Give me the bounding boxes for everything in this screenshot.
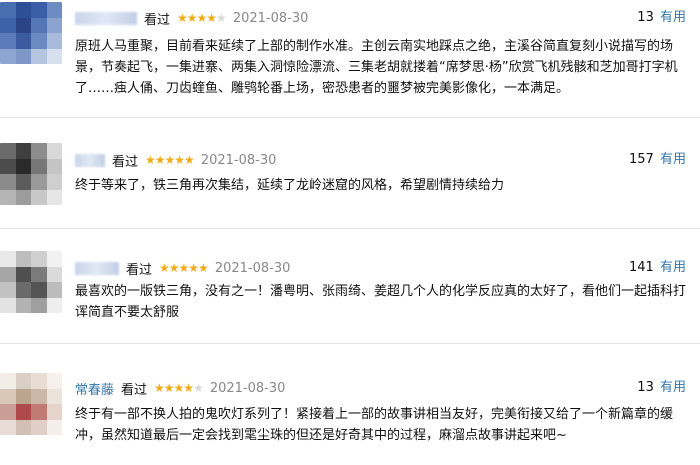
review-meta: 看过 ★★★★★ 2021-08-30 [75, 8, 308, 28]
useful-button[interactable]: 有用 [660, 152, 686, 167]
rating-stars: ★★★★★ [154, 381, 204, 395]
review-meta: 看过 ★★★★★ 2021-08-30 [75, 258, 290, 278]
useful-count: 13 [637, 10, 654, 25]
review-text: 终于等来了，铁三角再次集结，延续了龙岭迷窟的风格，希望剧情持续给力 [75, 178, 505, 193]
useful-button[interactable]: 有用 [660, 10, 686, 25]
useful-button[interactable]: 有用 [660, 260, 686, 275]
avatar[interactable] [0, 373, 62, 435]
watched-label: 看过 [144, 12, 171, 28]
rating-stars: ★★★★★ [177, 11, 227, 25]
avatar[interactable] [0, 251, 62, 313]
review-date: 2021-08-30 [209, 380, 286, 396]
review-text: 终于有一部不换人拍的鬼吹灯系列了！紧接着上一部的故事讲相当友好，完美衔接又给了一… [75, 407, 674, 443]
useful-vote: 157 有用 [629, 150, 686, 170]
username[interactable]: 常春藤 [75, 379, 114, 398]
useful-count: 13 [637, 380, 654, 395]
review-text: 原班人马重聚，目前看来延续了上部的制作水准。主创云南实地踩点之绝，主溪谷简直复刻… [75, 39, 678, 96]
username-blurred[interactable] [75, 261, 119, 275]
review-meta: 看过 ★★★★★ 2021-08-30 [75, 150, 276, 170]
username-blurred[interactable] [75, 153, 105, 167]
useful-vote: 13 有用 [637, 8, 686, 28]
review-date: 2021-08-30 [232, 10, 309, 26]
useful-count: 157 [629, 152, 654, 167]
divider [0, 343, 700, 344]
divider [0, 228, 700, 229]
review-date: 2021-08-30 [214, 260, 291, 276]
avatar[interactable] [0, 143, 62, 205]
useful-button[interactable]: 有用 [660, 380, 686, 395]
useful-count: 141 [629, 260, 654, 275]
avatar[interactable] [0, 2, 62, 64]
watched-label: 看过 [121, 382, 148, 398]
useful-vote: 141 有用 [629, 258, 686, 278]
useful-vote: 13 有用 [637, 378, 686, 398]
watched-label: 看过 [126, 262, 153, 278]
username-blurred[interactable] [75, 11, 137, 25]
review-date: 2021-08-30 [200, 152, 277, 168]
rating-stars: ★★★★★ [159, 261, 209, 275]
divider [0, 117, 700, 118]
review-meta: 常春藤 看过 ★★★★★ 2021-08-30 [75, 378, 285, 398]
review-text: 最喜欢的一版铁三角，没有之一！潘粤明、张雨绮、姜超几个人的化学反应真的太好了，看… [75, 284, 687, 320]
watched-label: 看过 [112, 154, 139, 170]
rating-stars: ★★★★★ [145, 153, 195, 167]
